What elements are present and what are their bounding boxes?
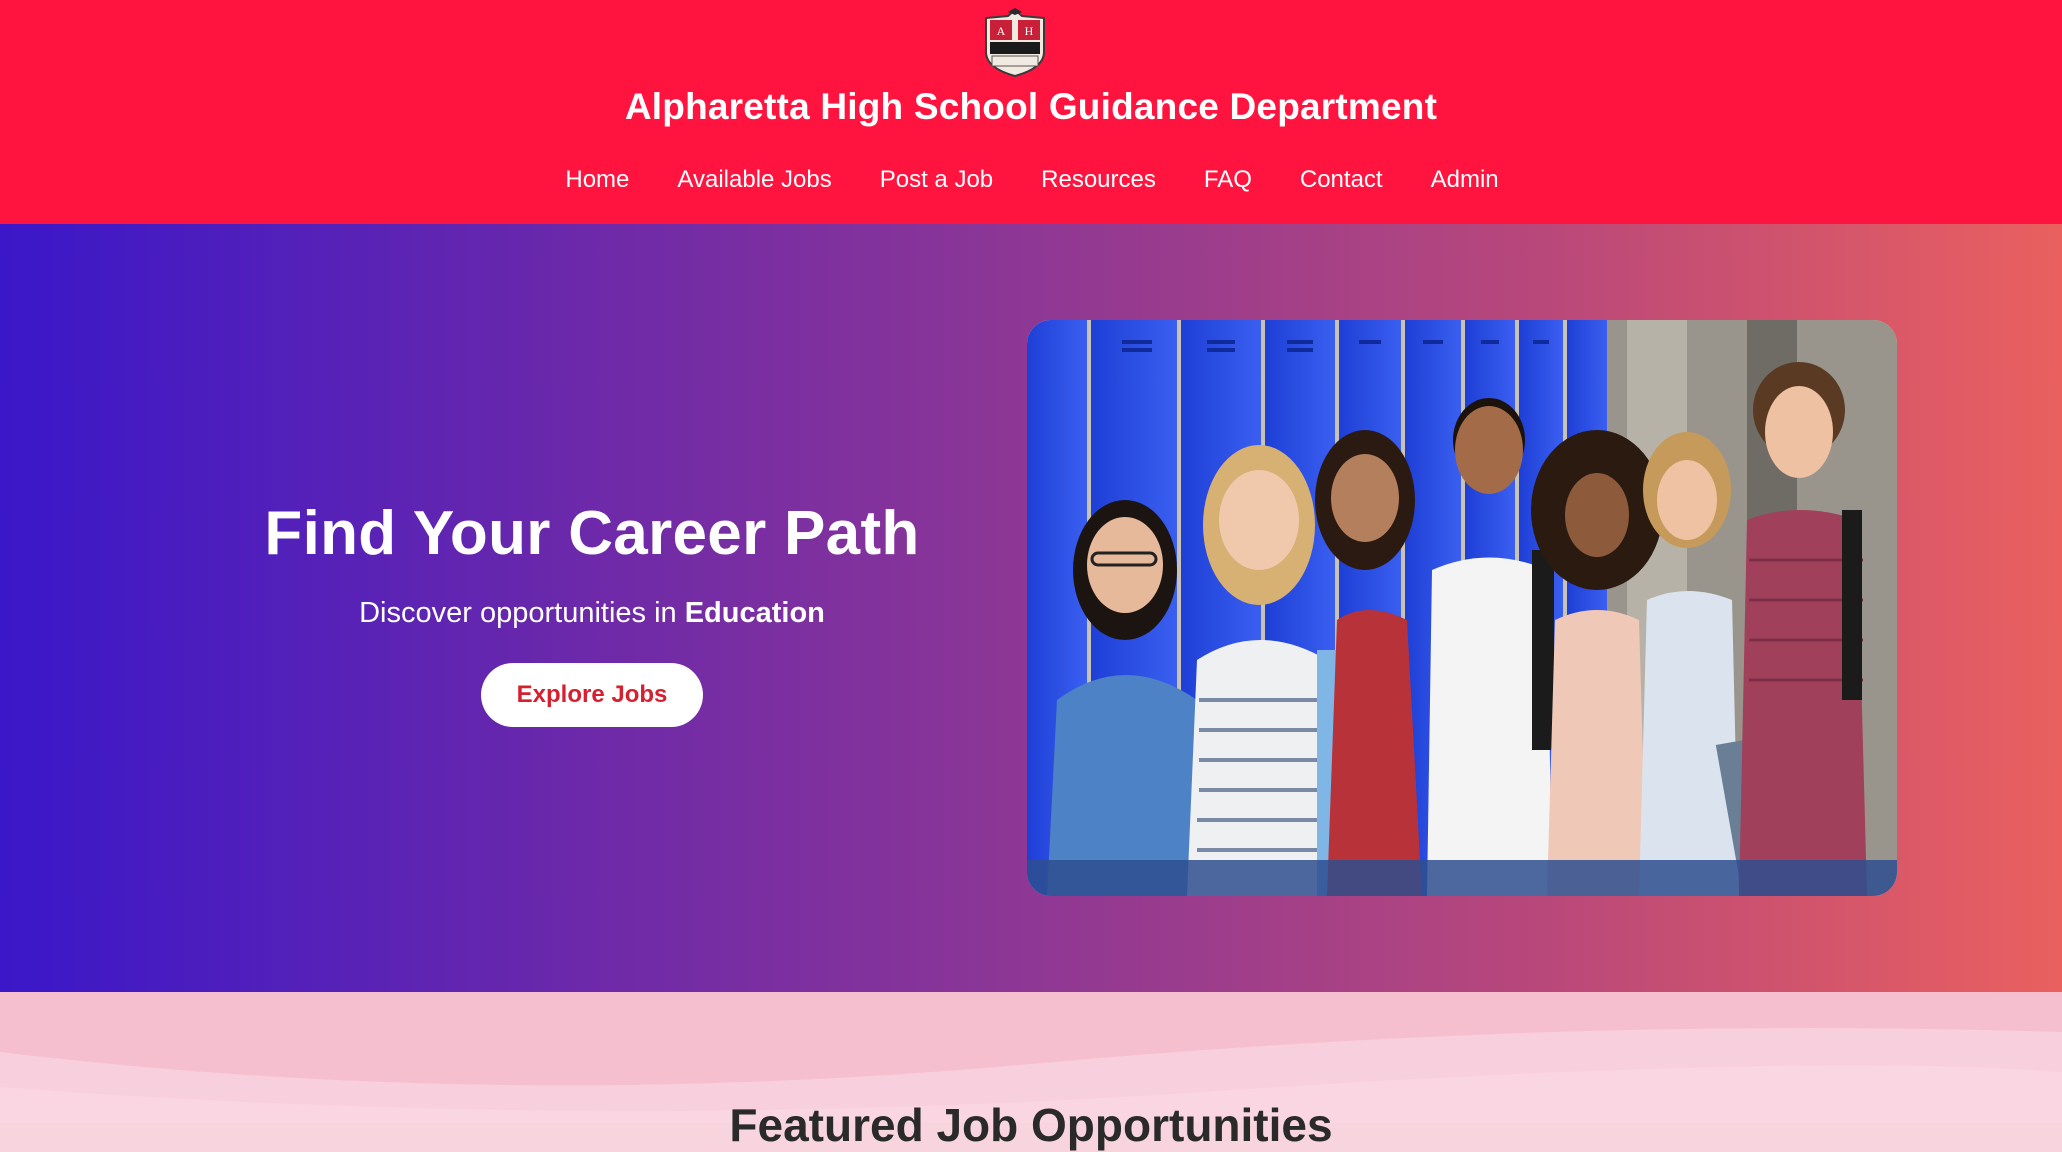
site-title: Alpharetta High School Guidance Departme… (624, 86, 1438, 127)
nav-available-jobs[interactable]: Available Jobs (677, 166, 831, 194)
site-header: A H Alpharetta High School Guidance Depa… (0, 0, 2062, 224)
hero-subtitle-emphasis: Education (684, 597, 825, 629)
main-nav: Home Available Jobs Post a Job Resources… (0, 166, 2062, 194)
featured-title: Featured Job Opportunities (729, 1099, 1333, 1151)
nav-resources[interactable]: Resources (1041, 166, 1156, 194)
svg-text:H: H (1025, 24, 1034, 38)
school-crest-icon[interactable]: A H (978, 8, 1052, 78)
nav-post-a-job[interactable]: Post a Job (880, 166, 993, 194)
nav-admin[interactable]: Admin (1431, 166, 1499, 194)
students-photo (1027, 320, 1897, 896)
explore-jobs-button[interactable]: Explore Jobs (481, 663, 703, 727)
hero-subtitle: Discover opportunities in Education (0, 597, 1184, 630)
svg-text:A: A (997, 24, 1006, 38)
nav-home[interactable]: Home (565, 166, 629, 194)
hero-text: Find Your Career Path Discover opportuni… (0, 498, 1184, 630)
hero-section: Find Your Career Path Discover opportuni… (0, 224, 2062, 992)
nav-contact[interactable]: Contact (1300, 166, 1383, 194)
nav-faq[interactable]: FAQ (1204, 166, 1252, 194)
hero-subtitle-prefix: Discover opportunities in (359, 597, 677, 629)
hero-title: Find Your Career Path (264, 499, 920, 568)
students-illustration (1027, 320, 1897, 896)
